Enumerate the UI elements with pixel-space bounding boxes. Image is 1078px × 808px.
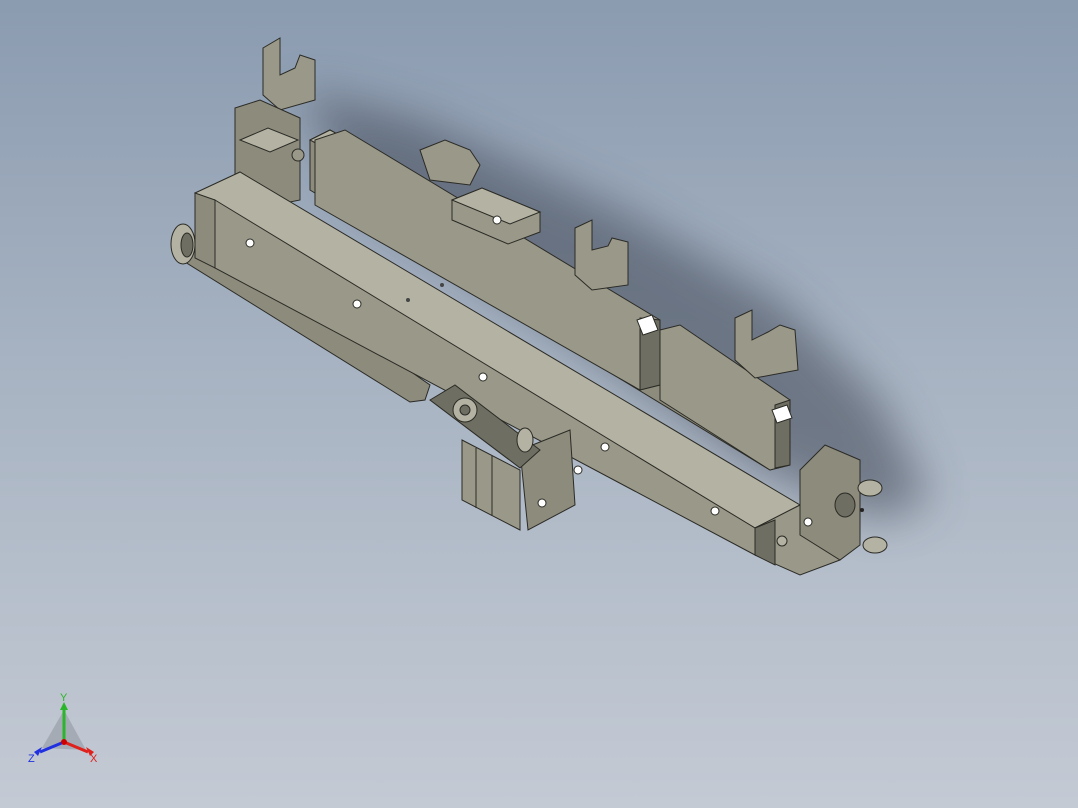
cad-assembly-model[interactable] xyxy=(0,0,1078,808)
y-axis-label: Y xyxy=(60,692,68,704)
triad-origin xyxy=(61,739,67,745)
view-orientation-triad[interactable]: Y X Z xyxy=(22,690,112,770)
x-axis-label: X xyxy=(90,753,98,765)
z-axis-label: Z xyxy=(28,753,35,765)
graphics-viewport[interactable]: Y X Z xyxy=(0,0,1078,808)
